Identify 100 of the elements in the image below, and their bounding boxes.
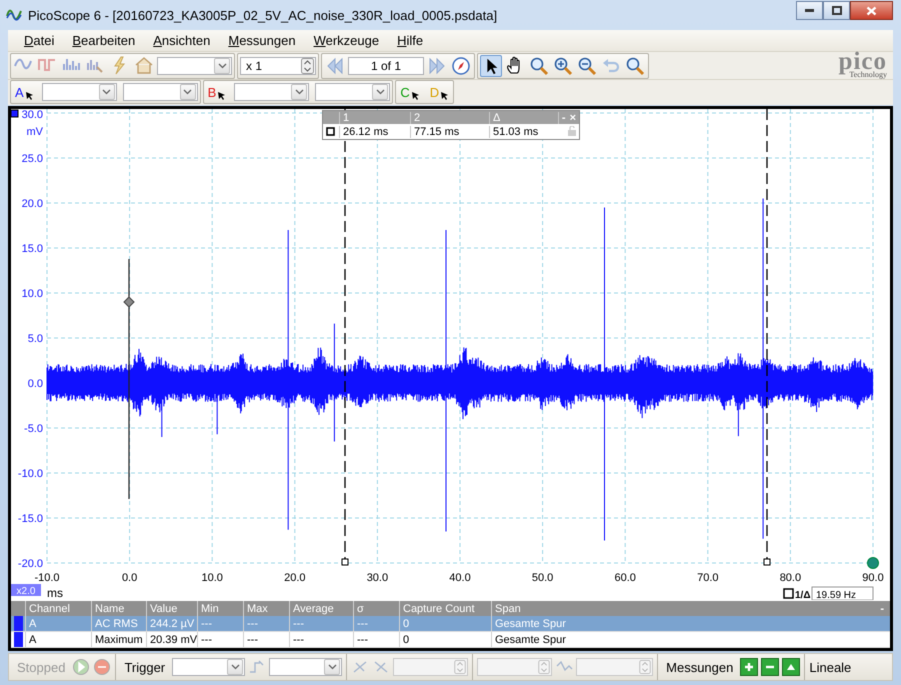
rulers-label[interactable]: Lineale (805, 660, 856, 674)
spin-field[interactable] (477, 658, 552, 676)
table-cell: 26.12 ms (339, 126, 410, 138)
dropdown-field[interactable] (122, 83, 198, 101)
x-axis-unit: ms (47, 586, 63, 600)
remove-button[interactable] (761, 658, 780, 676)
menu-item[interactable]: Ansichten (147, 33, 216, 48)
run-state-label: Stopped (16, 660, 66, 674)
dropdown-field[interactable] (42, 83, 117, 101)
table-cell: AC RMS (91, 616, 146, 631)
menu-item[interactable]: Messungen (222, 33, 302, 48)
caret-icon (294, 89, 304, 95)
x-axis-label: 30.0 (366, 572, 388, 584)
table-cell: 77.15 ms (410, 126, 489, 138)
table-cell: --- (353, 632, 399, 647)
dropdown-field[interactable] (315, 83, 390, 101)
x-axis-label: 40.0 (449, 572, 471, 584)
lock-icon[interactable] (568, 126, 576, 136)
table-cell: --- (197, 632, 243, 647)
measurements-label: Messungen (665, 660, 734, 674)
pointer-tool-button[interactable] (480, 54, 502, 76)
table-cell: A (25, 616, 91, 631)
channel-button[interactable]: A (13, 84, 36, 100)
caret-icon (218, 62, 226, 68)
table-cell: --- (353, 616, 399, 631)
dropdown-field[interactable] (234, 83, 310, 101)
menu-item[interactable]: Hilfe (391, 33, 430, 48)
table-cell: 20.39 mV (146, 632, 197, 647)
y-axis-label: -15.0 (18, 513, 43, 525)
menu-item[interactable]: Bearbeiten (66, 33, 142, 48)
checkbox[interactable] (326, 127, 335, 136)
zoom-spin-field[interactable]: x 1 (240, 56, 316, 74)
x-axis-label: 0.0 (122, 572, 138, 584)
maximize-button[interactable] (823, 1, 850, 20)
y-axis-label: 20.0 (22, 198, 43, 210)
add-button[interactable] (740, 658, 758, 676)
spin-field[interactable] (393, 658, 468, 676)
y-axis-label: 5.0 (28, 333, 43, 345)
minimize-icon (805, 9, 814, 12)
table-cell: --- (289, 632, 353, 647)
dropdown-field[interactable] (172, 658, 246, 676)
channel-button[interactable]: B (206, 84, 228, 100)
trigger-marker[interactable] (123, 259, 135, 499)
window-title: PicoScope 6 - [20160723_KA3005P_02_5V_AC_noise_330R_load_0005.psdata] (28, 8, 498, 22)
caret-icon (230, 664, 240, 670)
y-axis-label: 0.0 (28, 378, 43, 390)
menu-item[interactable]: Werkzeuge (308, 33, 386, 48)
plus-icon (744, 662, 754, 672)
home-icon[interactable] (133, 54, 155, 76)
table-cell: 0 (399, 616, 491, 631)
spin-arrows-icon[interactable] (301, 58, 314, 74)
table-cell: Gesamte Spur (491, 632, 890, 647)
column-header: Δ (493, 112, 500, 124)
menu-item[interactable]: Datei (18, 33, 60, 48)
stop-icon[interactable] (93, 658, 112, 676)
dropdown-field[interactable] (269, 658, 342, 676)
zoom-out-icon[interactable] (576, 54, 598, 76)
y-axis-label: -10.0 (18, 468, 43, 480)
y-axis-label: 25.0 (22, 153, 43, 165)
x-axis-label: 80.0 (780, 572, 802, 584)
close-button[interactable] (850, 1, 893, 20)
zoom-fit-icon[interactable] (528, 54, 550, 76)
cursor-line[interactable] (764, 109, 770, 566)
cursor-icon (440, 90, 450, 100)
page-field[interactable]: 1 of 1 (348, 56, 424, 74)
table-cell: 244.2 µV (146, 616, 197, 631)
table-cell: --- (243, 632, 289, 647)
y-axis-label: 30.0 (22, 109, 43, 121)
table-cell: --- (243, 616, 289, 631)
minimize-button[interactable] (796, 1, 823, 20)
x-axis-label: 50.0 (532, 572, 554, 584)
table-cell: A (25, 632, 91, 647)
y-axis-label: 10.0 (22, 288, 43, 300)
play-icon[interactable] (72, 658, 90, 676)
close-icon (866, 6, 877, 16)
edit-button[interactable] (782, 658, 800, 676)
x-axis-label: -10.0 (34, 572, 60, 584)
caret-icon (183, 89, 192, 95)
x-axis-label: 70.0 (697, 572, 718, 584)
compass-icon[interactable] (450, 54, 472, 76)
column-header: Span (495, 602, 521, 616)
y-axis-label: 15.0 (22, 243, 43, 255)
zoom-badge: x2.0 (11, 584, 41, 597)
cursor-icon (24, 90, 34, 100)
app-icon (6, 8, 22, 22)
offset-handle[interactable] (867, 557, 879, 569)
table-cell: Gesamte Spur (491, 616, 890, 631)
y-axis-label: -20.0 (18, 558, 43, 570)
maximize-icon (832, 6, 842, 15)
table-row[interactable]: A Maximum 20.39 mV --- --- --- --- 0 Gesamte Spur (11, 632, 890, 648)
spin-field[interactable] (576, 658, 654, 676)
table-cell: 0 (399, 632, 491, 647)
dropdown-field[interactable] (157, 56, 232, 74)
frequency-readout: 1/Δ 19.59 Hz (783, 586, 874, 600)
zoom-in-icon[interactable] (552, 54, 574, 76)
y-axis-label: -5.0 (24, 423, 43, 435)
y-axis-unit: mV (26, 126, 43, 138)
triangle-icon (786, 662, 796, 672)
zoom-overview-icon[interactable] (624, 54, 646, 76)
caret-icon (328, 664, 337, 670)
